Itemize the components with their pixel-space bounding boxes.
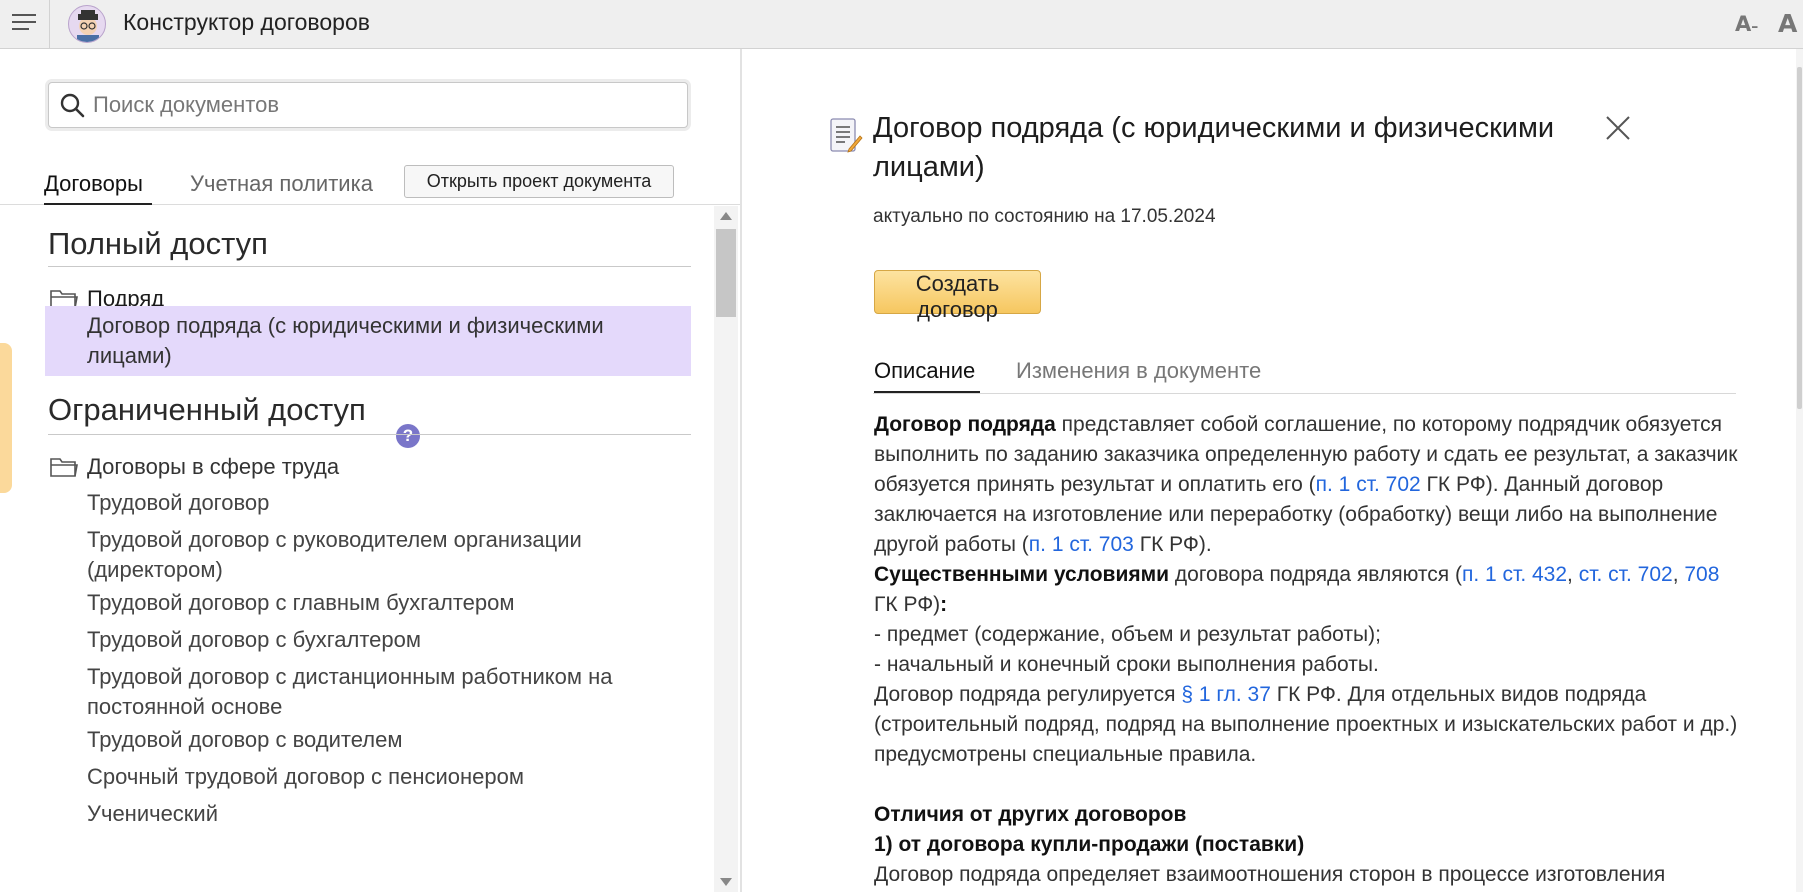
section-full-access: Полный доступ [48,226,268,261]
app-title: Конструктор договоров [123,9,370,35]
document-description: Договор подряда представляет собой согла… [874,410,1744,890]
document-edit-icon [830,118,863,153]
document-detail-panel: Договор подряда (с юридическими и физиче… [742,49,1803,892]
law-link[interactable]: п. 1 ст. 432 [1462,563,1567,586]
text: , [1567,563,1579,586]
search-input[interactable] [93,83,678,127]
close-icon[interactable] [1603,113,1633,143]
term-bold: Существенными условиями [874,563,1170,586]
left-scrollbar[interactable] [714,206,738,892]
hamburger-menu-icon[interactable] [0,0,50,48]
active-tab-underline [44,203,152,205]
search-box [48,82,688,128]
document-date: актуально по состоянию на 17.05.2024 [873,206,1216,227]
open-project-button[interactable]: Открыть проект документа [404,165,674,198]
list-item[interactable]: Трудовой договор [87,488,647,518]
law-link[interactable]: п. 1 ст. 703 [1029,533,1134,556]
document-tabs: Описание Изменения в документе [873,349,1736,394]
tab-contracts[interactable]: Договоры [44,171,143,197]
active-tab-underline [874,391,980,393]
subheading-sale: 1) от договора купли-продажи (поставки) [874,833,1305,856]
list-item[interactable]: Трудовой договор с дистанционным работни… [87,662,647,722]
list-fade [0,832,740,892]
document-title: Договор подряда (с юридическими и физиче… [873,112,1555,183]
create-contract-button[interactable]: Создать договор [874,270,1041,322]
tab-document-changes[interactable]: Изменения в документе [1016,358,1261,384]
scroll-up-arrow-icon[interactable] [720,212,732,220]
tab-accounting-policy[interactable]: Учетная политика [190,171,373,197]
conditions-paragraph: Существенными условиями договора подряда… [874,560,1744,620]
scroll-down-arrow-icon[interactable] [720,878,732,886]
text: : [940,593,948,616]
list-item-selected[interactable]: Договор подряда (с юридическими и физиче… [87,311,647,371]
side-drawer-tab[interactable] [0,343,12,493]
search-icon [60,93,85,118]
folder-label: Договоры в сфере труда [87,454,340,479]
document-tree: Полный доступ Подряд Договор подряда (с … [0,206,740,892]
list-item[interactable]: Срочный трудовой договор с пенсионером [87,762,647,792]
text: ГК РФ). [1133,533,1212,556]
scroll-thumb[interactable] [1797,67,1802,409]
law-link[interactable]: п. 1 ст. 702 [1316,473,1421,496]
list-item[interactable]: Трудовой договор с водителем [87,725,647,755]
condition-item: - предмет (содержание, объем и результат… [874,623,1381,646]
app-logo [68,5,106,43]
increase-font-button[interactable]: A [1778,9,1797,38]
list-item[interactable]: Ученический [87,799,647,829]
list-item[interactable]: Трудовой договор с бухгалтером [87,625,647,655]
regulation-paragraph: Договор подряда регулируется § 1 гл. 37 … [874,680,1744,770]
section-restricted-access: Ограниченный доступ [48,392,366,427]
sale-paragraph: Договор подряда определяет взаимоотношен… [874,863,1666,886]
tab-description[interactable]: Описание [874,358,975,384]
section-divider [48,266,691,267]
law-link[interactable]: ст. ст. 702 [1579,563,1673,586]
condition-item: - начальный и конечный сроки выполнения … [874,653,1379,676]
text: договора подряда являются ( [1169,563,1462,586]
law-link[interactable]: § 1 гл. 37 [1181,683,1271,706]
text: Договор подряда регулируется [874,683,1182,706]
document-list-panel: Договоры Учетная политика Открыть проект… [0,49,740,892]
list-item[interactable]: Трудовой договор с руководителем организ… [87,525,647,585]
law-link[interactable]: 708 [1684,563,1719,586]
description-paragraph: Договор подряда представляет собой согла… [874,410,1744,560]
list-item[interactable]: Трудовой договор с главным бухгалтером [87,588,647,618]
help-icon[interactable]: ? [396,424,420,448]
subheading-differences: Отличия от других договоров [874,803,1187,826]
folder-icon [50,458,78,477]
scroll-thumb[interactable] [716,229,736,317]
section-divider [48,434,691,435]
text: ГК РФ) [874,593,941,616]
term-bold: Договор подряда [874,413,1056,436]
right-scrollbar[interactable] [1796,49,1803,892]
text: , [1672,563,1685,586]
decrease-font-button[interactable]: A– [1735,12,1758,36]
top-bar: Конструктор договоров A– A [0,0,1803,49]
